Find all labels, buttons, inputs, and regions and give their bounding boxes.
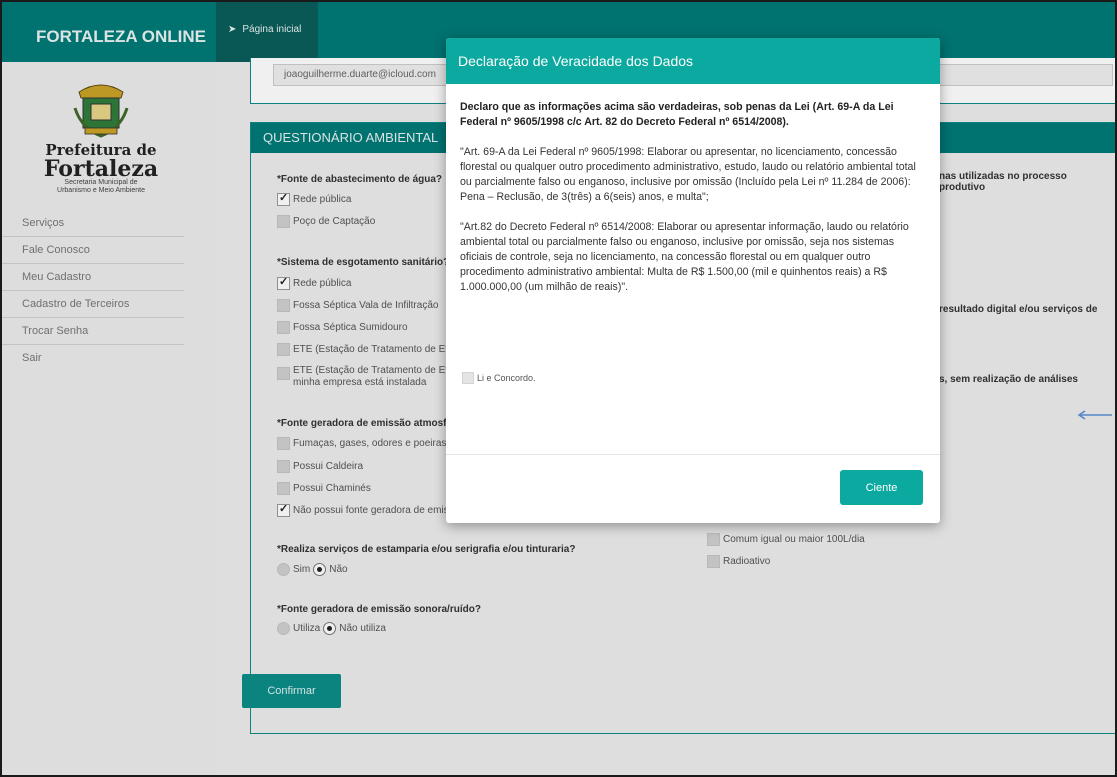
agree-checkbox[interactable] [462, 372, 474, 384]
declaration-lead: Declaro que as informações acima são ver… [460, 101, 894, 128]
modal-body: Declaro que as informações acima são ver… [460, 100, 926, 310]
modal-divider [446, 454, 940, 455]
browser-frame: FORTALEZA ONLINE ➤ Página inicial Prefeit… [0, 0, 1117, 777]
modal-title: Declaração de Veracidade dos Dados [446, 38, 940, 84]
ciente-button[interactable]: Ciente [840, 470, 923, 505]
agree-label: Li e Concordo. [477, 373, 536, 383]
declaration-article-69a: "Art. 69-A da Lei Federal nº 9605/1998: … [460, 146, 916, 203]
agree-checkbox-row[interactable]: Li e Concordo. [462, 372, 536, 384]
declaration-modal: Declaração de Veracidade dos Dados Decla… [446, 38, 940, 523]
declaration-article-82: "Art.82 do Decreto Federal nº 6514/2008:… [460, 221, 909, 293]
